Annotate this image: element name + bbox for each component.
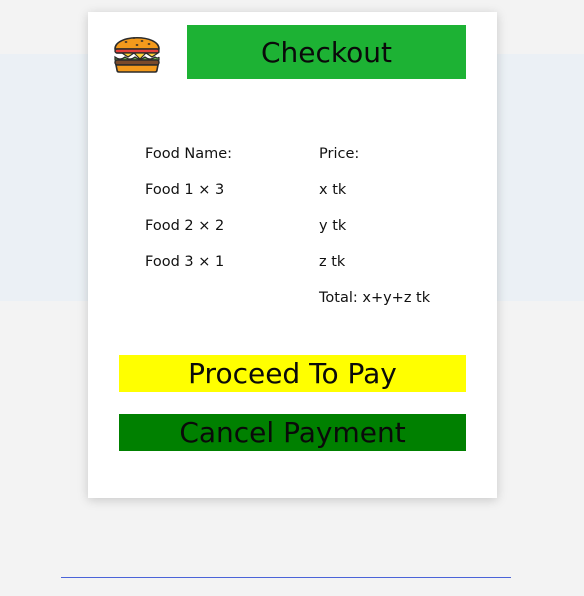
food-item-price: z tk [319, 254, 346, 270]
food-item-price: y tk [319, 218, 347, 234]
order-total: Total: x+y+z tk [319, 290, 431, 306]
proceed-to-pay-button[interactable]: Proceed To Pay [119, 355, 466, 392]
food-item-price: x tk [319, 182, 347, 198]
price-header: Price: [319, 146, 360, 162]
bottom-divider [61, 577, 511, 578]
checkout-button[interactable]: Checkout [187, 25, 466, 79]
food-name-header: Food Name: [145, 146, 233, 162]
food-item-name: Food 1 × 3 [145, 182, 225, 198]
cancel-payment-button[interactable]: Cancel Payment [119, 414, 466, 451]
checkout-card: Checkout Food Name: Price: Food 1 × 3 x … [88, 12, 497, 498]
food-item-name: Food 2 × 2 [145, 218, 225, 234]
burger-icon [112, 28, 162, 74]
food-item-name: Food 3 × 1 [145, 254, 225, 270]
